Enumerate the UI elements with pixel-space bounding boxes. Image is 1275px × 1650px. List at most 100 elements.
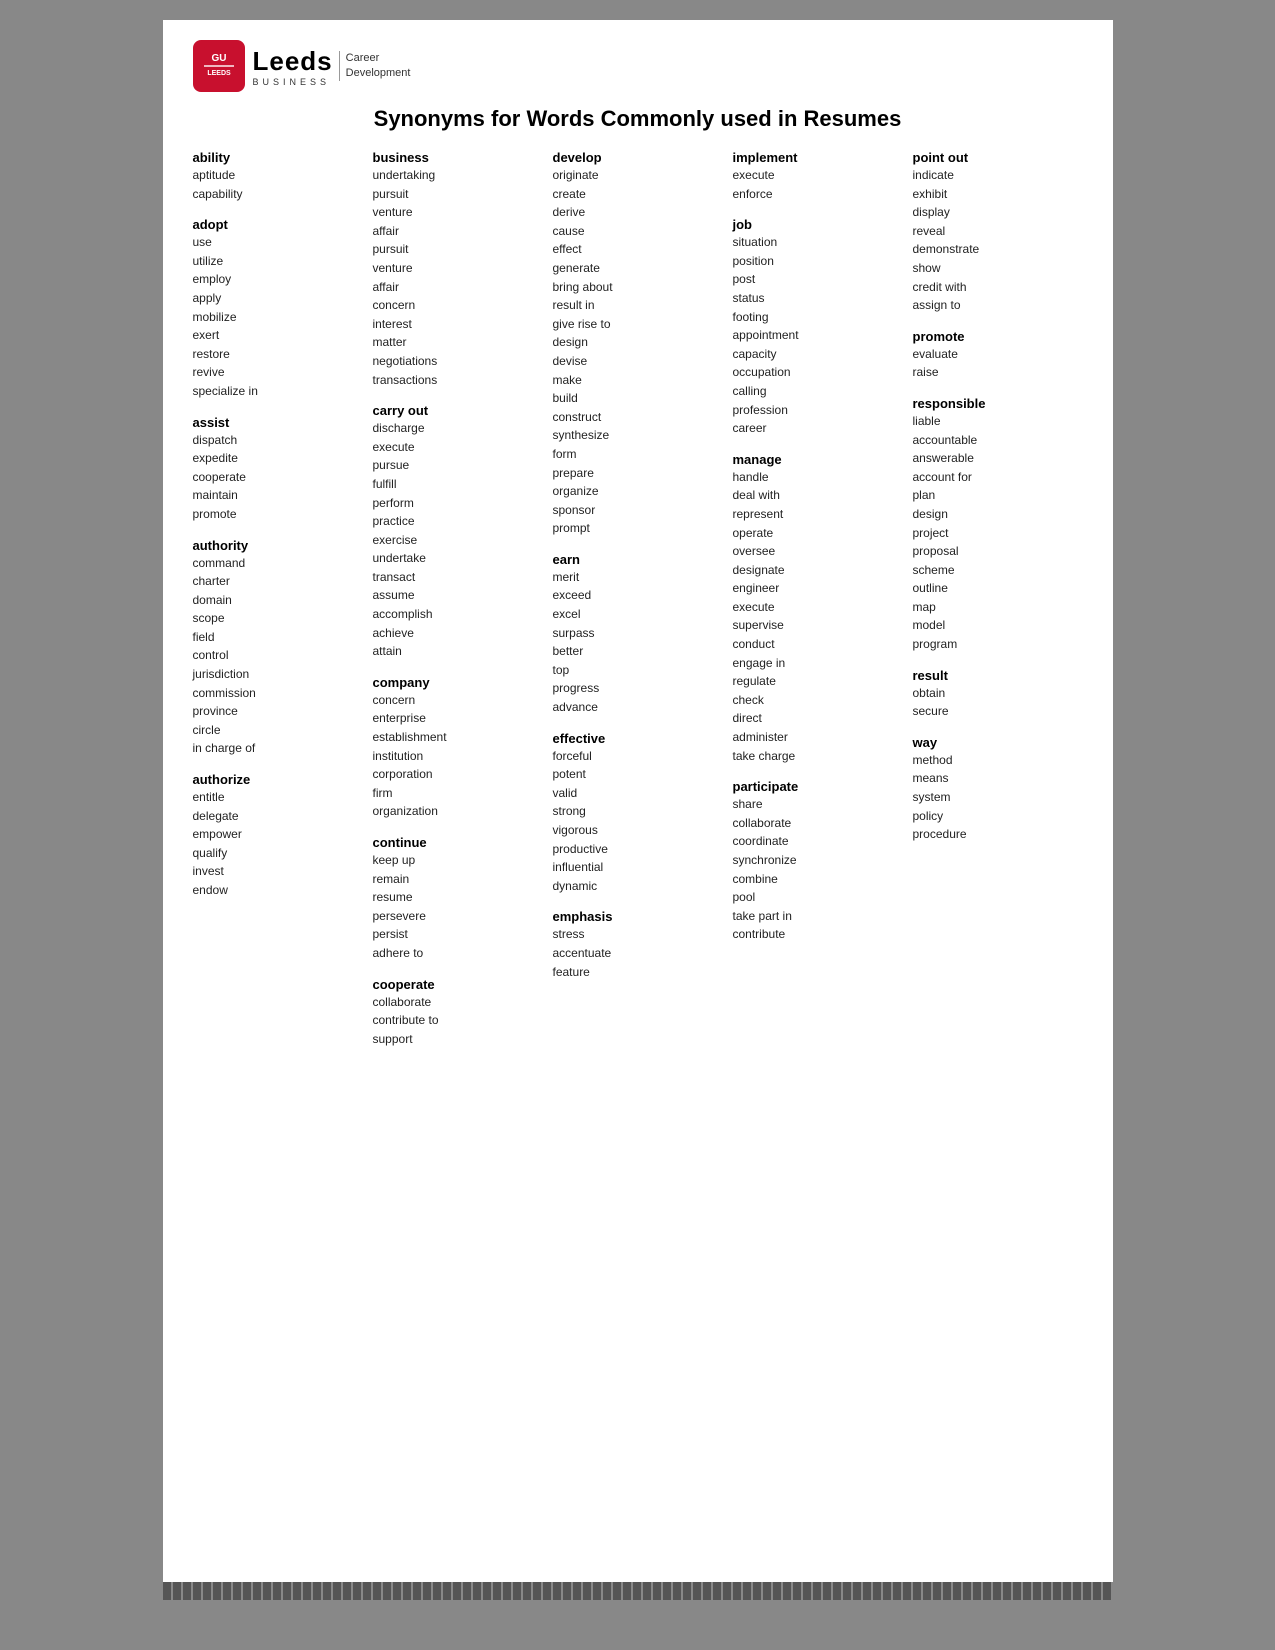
- synonym-word: outline: [913, 579, 1083, 598]
- synonym-word: specialize in: [193, 382, 363, 401]
- synonym-word: direct: [733, 709, 903, 728]
- word-group: emphasisstressaccentuatefeature: [553, 909, 723, 981]
- synonym-word: deal with: [733, 486, 903, 505]
- synonym-word: sponsor: [553, 501, 723, 520]
- synonym-word: generate: [553, 259, 723, 278]
- synonym-word: apply: [193, 289, 363, 308]
- word-heading: promote: [913, 329, 1083, 344]
- synonym-word: capacity: [733, 345, 903, 364]
- development-label: Development: [346, 66, 411, 81]
- synonym-word: indicate: [913, 166, 1083, 185]
- synonym-word: undertaking: [373, 166, 543, 185]
- synonym-word: surpass: [553, 624, 723, 643]
- synonym-word: demonstrate: [913, 240, 1083, 259]
- word-heading: emphasis: [553, 909, 723, 924]
- synonym-word: practice: [373, 512, 543, 531]
- synonym-word: scheme: [913, 561, 1083, 580]
- word-group: point outindicateexhibitdisplayrevealdem…: [913, 150, 1083, 315]
- synonym-word: revive: [193, 363, 363, 382]
- synonym-word: check: [733, 691, 903, 710]
- synonym-word: post: [733, 270, 903, 289]
- word-heading: responsible: [913, 396, 1083, 411]
- synonym-word: qualify: [193, 844, 363, 863]
- synonym-word: employ: [193, 270, 363, 289]
- synonym-word: project: [913, 524, 1083, 543]
- synonym-word: map: [913, 598, 1083, 617]
- synonym-word: persevere: [373, 907, 543, 926]
- career-label: Career: [346, 51, 411, 66]
- synonym-word: oversee: [733, 542, 903, 561]
- synonym-word: originate: [553, 166, 723, 185]
- synonym-word: mobilize: [193, 308, 363, 327]
- word-heading: business: [373, 150, 543, 165]
- word-heading: job: [733, 217, 903, 232]
- svg-text:GU: GU: [211, 53, 226, 64]
- synonym-word: interest: [373, 315, 543, 334]
- synonym-word: make: [553, 371, 723, 390]
- word-group: resultobtainsecure: [913, 668, 1083, 721]
- synonym-word: represent: [733, 505, 903, 524]
- synonym-word: reveal: [913, 222, 1083, 241]
- word-group: effectiveforcefulpotentvalidstrongvigoro…: [553, 731, 723, 896]
- synonym-word: in charge of: [193, 739, 363, 758]
- page-title: Synonyms for Words Commonly used in Resu…: [193, 106, 1083, 132]
- synonym-word: appointment: [733, 326, 903, 345]
- synonym-word: perform: [373, 494, 543, 513]
- synonym-word: occupation: [733, 363, 903, 382]
- synonym-word: concern: [373, 296, 543, 315]
- synonym-word: contribute: [733, 925, 903, 944]
- synonym-word: fulfill: [373, 475, 543, 494]
- synonym-word: synchronize: [733, 851, 903, 870]
- synonym-word: bring about: [553, 278, 723, 297]
- word-heading: company: [373, 675, 543, 690]
- synonym-word: restore: [193, 345, 363, 364]
- synonym-word: affair: [373, 278, 543, 297]
- synonym-word: collaborate: [733, 814, 903, 833]
- word-heading: assist: [193, 415, 363, 430]
- svg-text:LEEDS: LEEDS: [207, 70, 231, 77]
- synonym-word: supervise: [733, 616, 903, 635]
- synonym-word: liable: [913, 412, 1083, 431]
- synonym-word: command: [193, 554, 363, 573]
- synonym-word: method: [913, 751, 1083, 770]
- synonym-word: keep up: [373, 851, 543, 870]
- synonym-word: display: [913, 203, 1083, 222]
- word-group: adoptuseutilizeemployapplymobilizeexertr…: [193, 217, 363, 400]
- synonym-word: establishment: [373, 728, 543, 747]
- synonym-word: corporation: [373, 765, 543, 784]
- synonym-word: circle: [193, 721, 363, 740]
- word-heading: ability: [193, 150, 363, 165]
- synonym-word: empower: [193, 825, 363, 844]
- word-group: carry outdischargeexecutepursuefulfillpe…: [373, 403, 543, 661]
- word-group: companyconcernenterpriseestablishmentins…: [373, 675, 543, 821]
- synonym-word: achieve: [373, 624, 543, 643]
- synonym-word: answerable: [913, 449, 1083, 468]
- synonym-word: secure: [913, 702, 1083, 721]
- word-group: participatesharecollaboratecoordinatesyn…: [733, 779, 903, 944]
- synonym-word: province: [193, 702, 363, 721]
- column-4: implementexecuteenforcejobsituationposit…: [733, 150, 913, 1062]
- synonym-word: contribute to: [373, 1011, 543, 1030]
- synonym-word: attain: [373, 642, 543, 661]
- synonym-word: charter: [193, 572, 363, 591]
- career-development: Career Development: [339, 51, 411, 82]
- synonym-word: capability: [193, 185, 363, 204]
- synonym-word: strong: [553, 802, 723, 821]
- synonym-word: invest: [193, 862, 363, 881]
- synonym-word: career: [733, 419, 903, 438]
- synonym-word: dispatch: [193, 431, 363, 450]
- word-heading: point out: [913, 150, 1083, 165]
- word-heading: implement: [733, 150, 903, 165]
- word-group: cooperatecollaboratecontribute tosupport: [373, 977, 543, 1049]
- synonym-word: create: [553, 185, 723, 204]
- synonym-word: scope: [193, 609, 363, 628]
- synonym-word: expedite: [193, 449, 363, 468]
- synonym-word: status: [733, 289, 903, 308]
- synonym-word: use: [193, 233, 363, 252]
- synonym-word: aptitude: [193, 166, 363, 185]
- synonym-word: devise: [553, 352, 723, 371]
- synonym-word: footing: [733, 308, 903, 327]
- word-group: continuekeep upremainresumeperseverepers…: [373, 835, 543, 963]
- synonym-word: design: [553, 333, 723, 352]
- word-group: authorizeentitledelegateempowerqualifyin…: [193, 772, 363, 900]
